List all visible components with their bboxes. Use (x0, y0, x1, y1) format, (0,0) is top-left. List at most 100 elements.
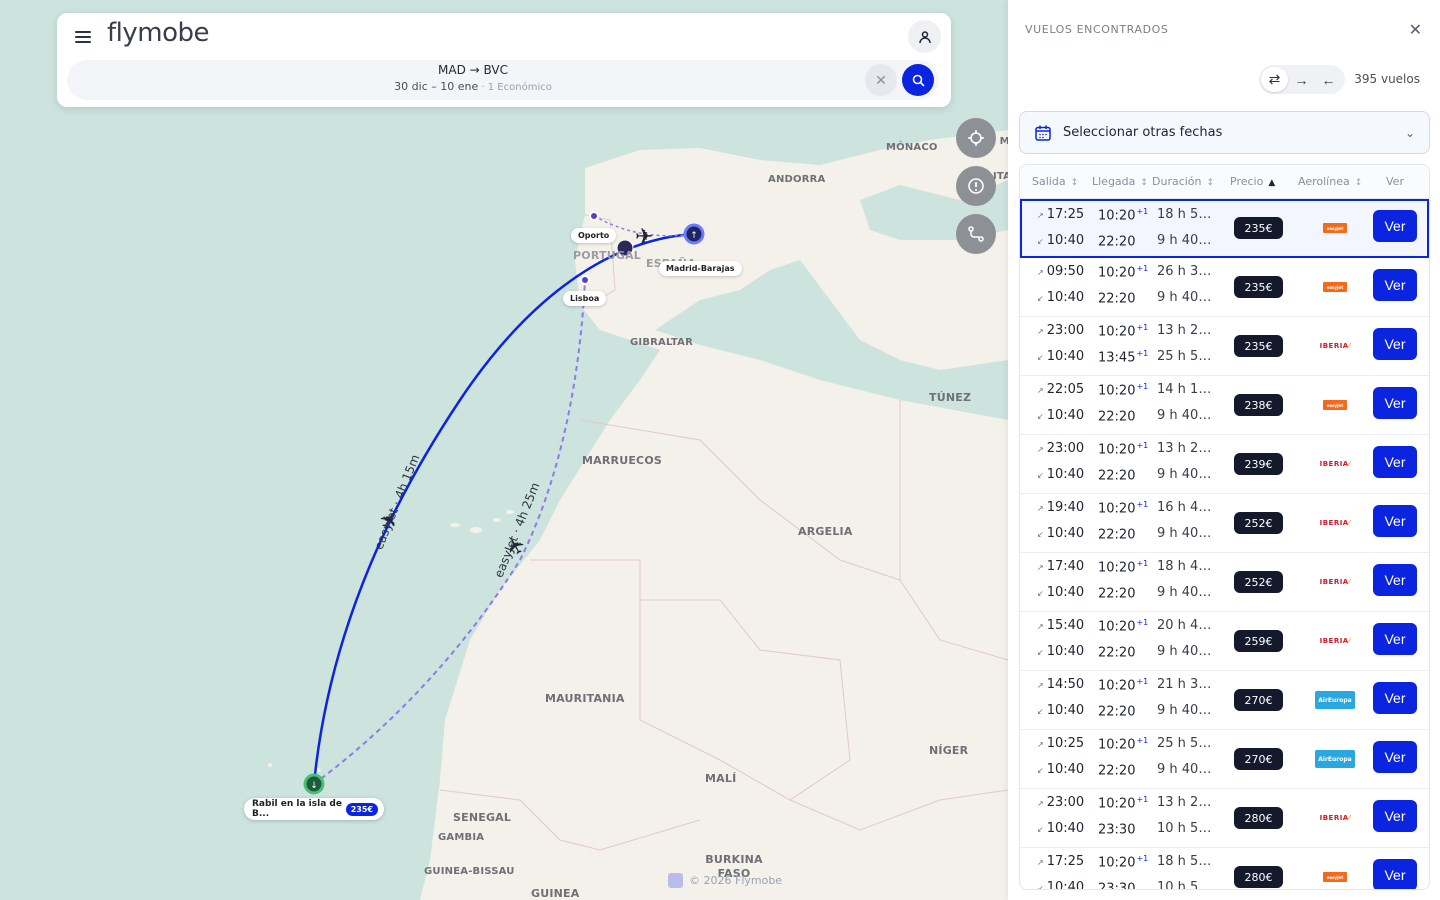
map-label-marruecos: MARRUECOS (582, 454, 662, 467)
flight-row[interactable]: ↗22:05 ↙10:40 10:20+1 22:20 14 h 15 m 9 … (1020, 376, 1429, 435)
airline-logo: IBERIA⁄ (1315, 337, 1355, 355)
aireuropa-logo-icon: AirEuropa (1315, 691, 1355, 709)
view-flight-button[interactable]: Ver (1373, 859, 1417, 889)
arrival-time-out: 10:20+1 (1098, 795, 1149, 812)
col-salida[interactable]: Salida ↕ (1032, 175, 1078, 188)
arrival-time-out: 10:20+1 (1098, 618, 1149, 635)
view-flight-button[interactable]: Ver (1373, 800, 1417, 832)
price-badge: 235€ (1234, 217, 1283, 239)
flight-row[interactable]: ↗23:00 ↙10:40 10:20+1 23:30 13 h 20 m 10… (1020, 789, 1429, 848)
round-trip-button[interactable]: ⇄ (1261, 67, 1288, 92)
view-flight-button[interactable]: Ver (1373, 328, 1417, 360)
calendar-icon (1035, 125, 1051, 141)
takeoff-icon: ↗ (1037, 740, 1044, 749)
airport-label-madrid[interactable]: Madrid-Barajas (659, 261, 742, 276)
arrival-time-return: 22:20 (1098, 763, 1136, 779)
duration-out: 25 h 55 m (1157, 736, 1215, 751)
airport-label-lisboa[interactable]: Lisboa (563, 291, 607, 306)
app-root: ↑ ↓ ✈ ✈ ✈ MÓNACO ANDORRA GIBRALTAR TÚNEZ… (0, 0, 1440, 900)
panel-title: VUELOS ENCONTRADOS (1025, 23, 1169, 36)
airline-logo: easyJet (1315, 278, 1355, 296)
info-button[interactable] (956, 166, 996, 206)
map-label-gibraltar: GIBRALTAR (630, 337, 693, 348)
flight-row[interactable]: ↗17:25 ↙10:40 10:20+1 23:30 18 h 55 m 10… (1020, 848, 1429, 889)
clear-search-button[interactable]: ✕ (865, 64, 897, 96)
price-badge: 235€ (1234, 276, 1283, 298)
flight-row[interactable]: ↗23:00 ↙10:40 10:20+1 22:20 13 h 20 m 9 … (1020, 435, 1429, 494)
col-precio[interactable]: Precio ▲ (1230, 175, 1275, 188)
landing-icon: ↙ (1037, 353, 1044, 362)
arrival-time-return: 22:20 (1098, 291, 1136, 307)
view-flight-button[interactable]: Ver (1373, 623, 1417, 655)
airline-logo: easyJet (1315, 868, 1355, 886)
outbound-only-button[interactable]: → (1288, 67, 1315, 92)
col-duracion[interactable]: Duración ↕ (1152, 175, 1214, 188)
col-aerolinea[interactable]: Aerolínea ↕ (1298, 175, 1362, 188)
arrival-time-out: 10:20+1 (1098, 736, 1149, 753)
arrival-time-return: 22:20 (1098, 468, 1136, 484)
sort-icon: ↕ (1070, 178, 1079, 188)
map-view[interactable]: ↑ ↓ ✈ ✈ ✈ MÓNACO ANDORRA GIBRALTAR TÚNEZ… (0, 0, 1008, 900)
flight-row[interactable]: ↗14:50 ↙10:40 10:20+1 22:20 21 h 30 m 9 … (1020, 671, 1429, 730)
user-button[interactable] (908, 20, 941, 53)
return-only-button[interactable]: ← (1315, 67, 1342, 92)
takeoff-icon: ↗ (1037, 681, 1044, 690)
flight-row[interactable]: ↗10:25 ↙10:40 10:20+1 22:20 25 h 55 m 9 … (1020, 730, 1429, 789)
duration-return: 9 h 40 m (1157, 644, 1215, 659)
search-bar[interactable]: MAD → BVC 30 dic – 10 ene · 1 Económico … (67, 60, 939, 100)
iberia-logo-icon: IBERIA⁄ (1319, 814, 1351, 822)
departure-time-return: ↙ 10:40 (1037, 290, 1085, 305)
arrival-time-return: 22:20 (1098, 409, 1136, 425)
map-copyright: © 2026 Flymobe (668, 873, 782, 888)
view-flight-button[interactable]: Ver (1373, 505, 1417, 537)
table-body: ↗17:25 ↙10:40 10:20+1 22:20 18 h 55 m 9 … (1020, 199, 1429, 889)
search-button[interactable] (902, 64, 934, 96)
map-label-niger: NÍGER (929, 744, 969, 757)
airline-logo: IBERIA⁄ (1315, 514, 1355, 532)
col-llegada[interactable]: Llegada ↕ (1092, 175, 1148, 188)
destination-price: 235€ (345, 802, 378, 816)
flight-row[interactable]: ↗17:25 ↙10:40 10:20+1 22:20 18 h 55 m 9 … (1020, 199, 1429, 258)
duration-return: 10 h 50 m (1157, 880, 1215, 889)
departure-time-return: ↙ 10:40 (1037, 762, 1085, 777)
flight-row[interactable]: ↗23:00 ↙10:40 10:20+1 13:45+1 13 h 20 m … (1020, 317, 1429, 376)
view-flight-button[interactable]: Ver (1373, 269, 1417, 301)
date-select-label: Seleccionar otras fechas (1063, 125, 1223, 140)
easyjet-logo-icon: easyJet (1323, 872, 1347, 882)
map-label-mauritania: MAURITANIA (545, 692, 625, 705)
airport-label-oporto[interactable]: Oporto (571, 228, 617, 243)
search-card: flymobe MAD → BVC 30 dic – 10 ene · 1 Ec… (57, 13, 951, 107)
menu-button[interactable] (71, 27, 95, 47)
flight-row[interactable]: ↗17:40 ↙10:40 10:20+1 22:20 18 h 40 m 9 … (1020, 553, 1429, 612)
map-label-mali: MALÍ (705, 772, 737, 785)
view-flight-button[interactable]: Ver (1373, 741, 1417, 773)
view-flight-button[interactable]: Ver (1373, 682, 1417, 714)
route-button[interactable] (956, 214, 996, 254)
view-flight-button[interactable]: Ver (1373, 564, 1417, 596)
search-route: MAD → BVC (438, 63, 508, 77)
view-flight-button[interactable]: Ver (1373, 387, 1417, 419)
departure-time-out: ↗ 14:50 (1037, 677, 1085, 692)
locate-button[interactable] (956, 118, 996, 158)
date-select-dropdown[interactable]: Seleccionar otras fechas ⌄ (1019, 111, 1430, 154)
view-flight-button[interactable]: Ver (1373, 210, 1417, 242)
easyjet-logo-icon: easyJet (1323, 282, 1347, 292)
flight-row[interactable]: ↗15:40 ↙10:40 10:20+1 22:20 20 h 40 m 9 … (1020, 612, 1429, 671)
departure-time-out: ↗ 23:00 (1037, 323, 1085, 338)
arrival-time-return: 22:20 (1098, 234, 1136, 250)
landing-icon: ↙ (1037, 237, 1044, 246)
price-badge: 252€ (1234, 571, 1283, 593)
arrival-time-return: 22:20 (1098, 586, 1136, 602)
landing-icon: ↙ (1037, 825, 1044, 834)
flight-row[interactable]: ↗09:50 ↙10:40 10:20+1 22:20 26 h 30 m 9 … (1020, 258, 1429, 317)
duration-return: 9 h 40 m (1157, 703, 1215, 718)
app-logo[interactable]: flymobe (107, 18, 210, 48)
close-panel-button[interactable]: ✕ (1409, 20, 1422, 40)
arrival-time-return: 22:20 (1098, 645, 1136, 661)
price-badge: 280€ (1234, 807, 1283, 829)
sort-icon: ↕ (1354, 178, 1363, 188)
price-badge: 270€ (1234, 689, 1283, 711)
flight-row[interactable]: ↗19:40 ↙10:40 10:20+1 22:20 16 h 40 m 9 … (1020, 494, 1429, 553)
destination-label[interactable]: Rabil en la isla de B... 235€ (244, 798, 384, 820)
view-flight-button[interactable]: Ver (1373, 446, 1417, 478)
